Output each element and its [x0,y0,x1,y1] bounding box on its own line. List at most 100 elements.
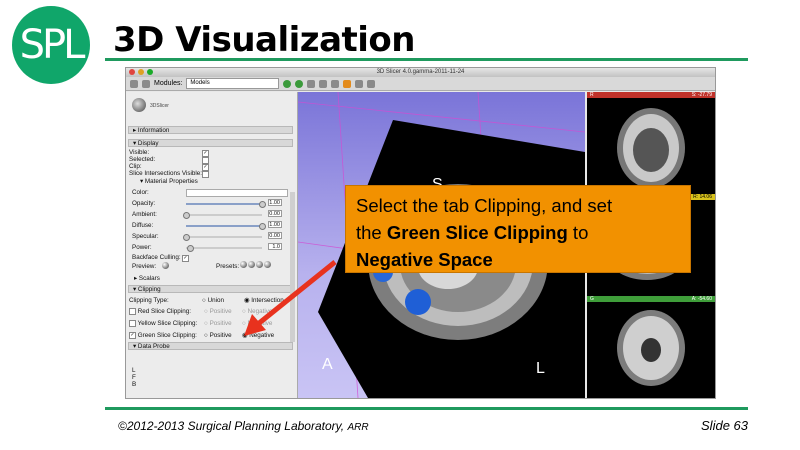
data-probe-label: Data Probe [137,343,170,350]
color-label: Color: [132,189,149,196]
yellow-clipping-checkbox[interactable] [129,320,136,327]
module-selector[interactable]: Models [186,78,280,89]
green-clipping-row: ✓ Green Slice Clipping: [129,332,197,339]
clipping-section[interactable]: ▾ Clipping [128,285,293,293]
display-section[interactable]: ▾ Display [128,139,293,147]
yellow-negative-label: Negative [247,320,273,327]
material-label: Material Properties [144,178,198,185]
specular-slider[interactable] [183,234,262,241]
zoom-dot-icon[interactable] [147,69,153,75]
clip-row: Clip: [129,163,142,170]
home-icon[interactable] [307,79,316,88]
information-section[interactable]: ▸ Information [128,126,293,134]
backface-checkbox[interactable]: ✓ [182,255,189,262]
opacity-value[interactable]: 1.00 [268,199,282,206]
ambient-label: Ambient: [132,211,157,218]
window-controls[interactable] [129,69,153,75]
presets-strip[interactable] [240,261,271,268]
clip-checkbox[interactable]: ✓ [202,164,209,171]
slice-intersections-checkbox[interactable] [202,171,209,178]
footer-rights-text: ARR [347,422,369,433]
preset-4-icon[interactable] [264,261,271,268]
selected-checkbox[interactable] [202,157,209,164]
probe-letters: L F B [132,367,136,388]
ambient-knob[interactable] [183,212,190,219]
preset-2-icon[interactable] [248,261,255,268]
intersection-label: Intersection [251,297,284,304]
red-negative-label: Negative [247,308,273,315]
red-negative-option[interactable]: ○ Negative [242,308,272,315]
scalars-section[interactable]: ▸ Scalars [134,275,160,282]
opacity-slider[interactable] [186,201,266,208]
diffuse-slider[interactable] [186,223,266,230]
screenshot-icon[interactable] [367,79,376,88]
callout-line-3-bold: Negative Space [356,249,493,270]
minimize-dot-icon[interactable] [138,69,144,75]
coronal-brain-image [617,310,685,386]
window-title: 3D Slicer 4.0.gamma-2011-11-24 [376,69,465,75]
scalars-label: Scalars [138,275,160,282]
main-toolbar: Modules: Models [126,77,715,91]
red-positive-option[interactable]: ○ Positive [204,308,232,315]
back-icon[interactable] [283,79,292,88]
yellow-negative-option[interactable]: ○ Negative [242,320,272,327]
logo-text: SPL [19,22,86,68]
yellow-clipping-row: Yellow Slice Clipping: [129,320,197,327]
power-knob[interactable] [186,245,194,252]
color-swatch[interactable] [186,189,288,197]
opacity-knob[interactable] [259,201,266,208]
save-icon[interactable] [142,79,150,88]
green-positive-option[interactable]: ○ Positive [204,332,232,339]
panel-scrollbar[interactable] [290,192,295,342]
preset-3-icon[interactable] [256,261,263,268]
mouse-mode-icon[interactable] [343,79,352,88]
green-clipping-checkbox[interactable]: ✓ [129,332,136,339]
yellow-positive-option[interactable]: ○ Positive [204,320,232,327]
power-slider[interactable] [186,245,262,252]
ambient-slider[interactable] [183,212,262,219]
layout-icon[interactable] [319,79,328,88]
callout-line-2: the Green Slice Clipping to [356,219,680,246]
ambient-value[interactable]: 0.00 [268,210,282,217]
load-data-icon[interactable] [130,79,138,88]
close-dot-icon[interactable] [129,69,135,75]
red-clipping-checkbox[interactable] [129,308,136,315]
diffuse-label: Diffuse: [132,222,154,229]
diffuse-knob[interactable] [259,223,266,230]
yellow-positive-label: Positive [209,320,232,327]
instruction-callout: Select the tab Clipping, and set the Gre… [345,185,691,273]
opacity-label: Opacity: [132,200,156,207]
preset-1-icon[interactable] [240,261,247,268]
green-positive-label: Positive [209,332,232,339]
green-slice-view[interactable]: G A: -54.60 [587,296,715,398]
view-icon[interactable] [331,79,340,88]
visible-checkbox[interactable]: ✓ [202,150,209,157]
selected-row: Selected: [129,156,155,163]
slice-intersections-row: Slice Intersections Visible: [129,170,202,177]
callout-line-2-prefix: the [356,222,387,243]
material-section[interactable]: ▾ Material Properties [140,178,198,185]
footer-copyright: ©2012-2013 Surgical Planning Laboratory,… [118,419,369,433]
crosshair-icon[interactable] [355,79,364,88]
preview-label: Preview: [132,263,157,270]
power-value[interactable]: 1.0 [268,243,282,250]
information-label: Information [137,127,170,134]
clip-label: Clip: [129,163,142,170]
intersection-option[interactable]: ◉ Intersection [244,297,284,304]
probe-letter-b: B [132,381,137,388]
red-slice-view[interactable]: R S: -27.79 [587,92,715,192]
probe-letter-f: F [132,374,136,381]
specular-knob[interactable] [183,234,190,241]
data-probe-section[interactable]: ▾ Data Probe [128,342,293,350]
union-option[interactable]: ○ Union [202,297,224,304]
forward-icon[interactable] [295,79,304,88]
diffuse-value[interactable]: 1.00 [268,221,282,228]
green-negative-option[interactable]: ◉ Negative [242,332,274,339]
visible-label: Visible: [129,149,150,156]
callout-line-3: Negative Space [356,246,680,273]
specular-value[interactable]: 0.00 [268,232,282,239]
orientation-label-l: L [536,360,545,377]
slide-number: Slide 63 [701,418,748,433]
power-label: Power: [132,244,152,251]
axial-brain-image [617,108,685,188]
